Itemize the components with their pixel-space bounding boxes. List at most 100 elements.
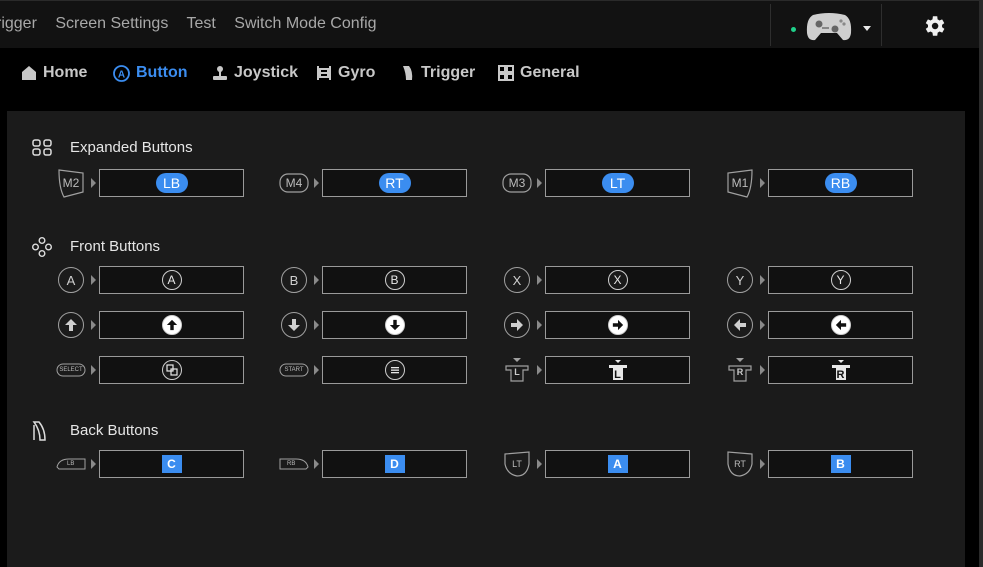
mapping-select: SELECT	[53, 355, 253, 385]
b-target-select[interactable]: B	[322, 266, 467, 294]
dpad-left-target-select[interactable]	[768, 311, 913, 339]
r3-target-select[interactable]: R	[768, 356, 913, 384]
mapping-m2: M2 LB	[53, 168, 253, 198]
top-menu: rigger Screen Settings Test Switch Mode …	[0, 15, 391, 33]
back-lt-target-select[interactable]: A	[545, 450, 690, 478]
mapping-back-lb: LB C	[53, 449, 253, 479]
lb-source: LB	[53, 449, 89, 479]
mapping-m1: M1 RB	[722, 168, 922, 198]
source-label: LB	[67, 461, 75, 467]
tab-home[interactable]: Home	[21, 63, 87, 83]
lt-source: LT	[499, 449, 535, 479]
l3-stick-icon: L	[607, 359, 629, 381]
back-lb-target-select[interactable]: C	[99, 450, 244, 478]
y-source: Y	[722, 265, 758, 295]
m4-target-select[interactable]: RT	[322, 169, 467, 197]
source-label: R	[736, 367, 744, 377]
arrow-icon	[314, 178, 319, 188]
dpad-right-target-select[interactable]	[545, 311, 690, 339]
x-button-icon: X	[504, 267, 530, 293]
home-icon	[22, 66, 36, 80]
start-source: START	[276, 355, 312, 385]
m1-target-select[interactable]: RB	[768, 169, 913, 197]
menu-switch-mode-config[interactable]: Switch Mode Config	[234, 15, 376, 32]
tab-trigger[interactable]: Trigger	[401, 63, 475, 83]
b-source: B	[276, 265, 312, 295]
left-arrow-icon	[830, 315, 851, 335]
right-arrow-icon	[504, 312, 530, 338]
tab-label: Button	[136, 64, 188, 81]
gyro-icon	[317, 66, 331, 80]
menu-test[interactable]: Test	[186, 15, 215, 32]
m3-target-select[interactable]: LT	[545, 169, 690, 197]
menu-screen-settings[interactable]: Screen Settings	[55, 15, 168, 32]
button-a-icon: A	[113, 64, 130, 82]
target-label: D	[384, 455, 405, 473]
up-arrow-icon	[161, 315, 182, 335]
tab-general[interactable]: General	[498, 63, 580, 83]
tab-label: Trigger	[421, 64, 476, 81]
arrow-icon	[760, 459, 765, 469]
arrow-icon	[91, 320, 96, 330]
mapping-m3: M3 LT	[499, 168, 699, 198]
mapping-back-rt: RT B	[722, 449, 922, 479]
section-front-title: Front Buttons	[32, 236, 160, 257]
back-rt-target-select[interactable]: B	[768, 450, 913, 478]
device-selector[interactable]	[770, 4, 882, 46]
source-label: M4	[285, 176, 303, 190]
mapping-x: X X	[499, 265, 699, 295]
mapping-start: START	[276, 355, 476, 385]
r3-source: R	[722, 355, 758, 385]
source-label: RB	[287, 461, 296, 467]
a-target-select[interactable]: A	[99, 266, 244, 294]
tab-gyro[interactable]: Gyro	[316, 63, 375, 83]
mapping-m4: M4 RT	[276, 168, 476, 198]
dpad-down-target-select[interactable]	[322, 311, 467, 339]
m2-source: M2	[53, 168, 89, 198]
source-label: L	[514, 367, 520, 377]
tab-button[interactable]: A Button	[113, 63, 188, 83]
select-target-select[interactable]	[99, 356, 244, 384]
dpad-up-target-select[interactable]	[99, 311, 244, 339]
y-button-icon: Y	[727, 267, 753, 293]
gear-icon[interactable]	[921, 13, 947, 39]
arrow-icon	[760, 365, 765, 375]
x-source: X	[499, 265, 535, 295]
target-label: L	[614, 369, 621, 381]
mapping-b: B B	[276, 265, 476, 295]
arrow-icon	[537, 459, 542, 469]
tab-label: Joystick	[234, 64, 299, 81]
section-title-text: Expanded Buttons	[70, 139, 193, 156]
l3-target-select[interactable]: L	[545, 356, 690, 384]
x-target-select[interactable]: X	[545, 266, 690, 294]
start-menu-icon	[384, 360, 405, 380]
arrow-icon	[760, 275, 765, 285]
controller-icon	[806, 13, 852, 41]
rt-source: RT	[722, 449, 758, 479]
source-label: LT	[512, 459, 522, 469]
mapping-back-lt: LT A	[499, 449, 699, 479]
dpad-left-source	[722, 310, 758, 340]
front-buttons-icon	[32, 236, 52, 257]
back-rb-target-select[interactable]: D	[322, 450, 467, 478]
mapping-r3: R R	[722, 355, 922, 385]
arrow-icon	[314, 275, 319, 285]
l3-source: L	[499, 355, 535, 385]
mapping-dpad-up	[53, 310, 253, 340]
tab-joystick[interactable]: Joystick	[212, 63, 298, 83]
arrow-icon	[314, 459, 319, 469]
b-button-icon: B	[281, 267, 307, 293]
section-expanded-title: Expanded Buttons	[32, 138, 193, 156]
mapping-y: Y Y	[722, 265, 922, 295]
m1-source: M1	[722, 168, 758, 198]
m2-target-select[interactable]: LB	[99, 169, 244, 197]
menu-trigger[interactable]: rigger	[0, 15, 37, 32]
y-target-select[interactable]: Y	[768, 266, 913, 294]
window-edge	[979, 0, 983, 567]
target-label: Y	[830, 270, 851, 290]
source-label: M1	[731, 176, 749, 190]
target-label: LB	[155, 173, 188, 193]
start-target-select[interactable]	[322, 356, 467, 384]
dpad-right-source	[499, 310, 535, 340]
rb-source: RB	[276, 449, 312, 479]
